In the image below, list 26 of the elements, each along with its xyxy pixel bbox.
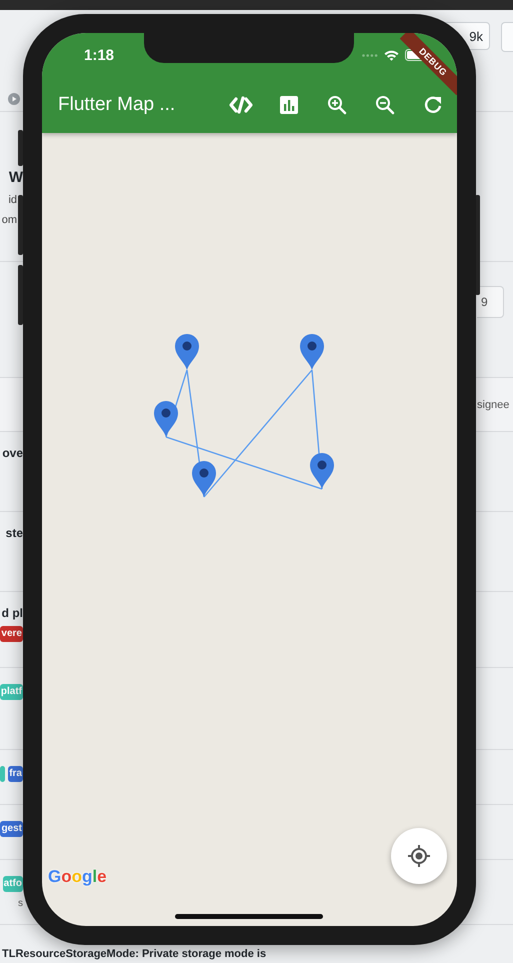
counter-badge: 9 (477, 286, 504, 318)
app-title: Flutter Map ... (58, 94, 176, 116)
map-marker-icon[interactable] (310, 453, 334, 489)
body-text: om (2, 213, 17, 228)
issue-label[interactable]: vere (0, 626, 23, 642)
wifi-icon (384, 50, 399, 60)
map-marker-icon[interactable] (300, 334, 324, 370)
issue-title[interactable]: ove (2, 444, 23, 462)
status-time: 1:18 (84, 46, 114, 64)
issue-label[interactable]: fra (8, 766, 23, 782)
crosshair-icon (407, 844, 431, 868)
heading-text: W (8, 168, 23, 188)
play-icon (8, 93, 20, 105)
map-marker-icon[interactable] (192, 461, 216, 497)
map-marker-icon[interactable] (154, 401, 178, 437)
map-marker-icon[interactable] (175, 334, 199, 370)
my-location-button[interactable] (391, 828, 447, 884)
issue-meta: s (18, 898, 23, 909)
issue-title[interactable]: d pl (2, 604, 23, 622)
issue-title[interactable]: ste (6, 524, 23, 542)
filter-label[interactable]: signee (477, 398, 510, 410)
google-logo: Google (48, 868, 107, 886)
signal-icon (362, 54, 378, 56)
issue-title[interactable]: TLResourceStorageMode: Private storage mode is (2, 945, 266, 963)
issue-label[interactable]: gest (0, 821, 23, 837)
body-text: id (8, 193, 17, 208)
